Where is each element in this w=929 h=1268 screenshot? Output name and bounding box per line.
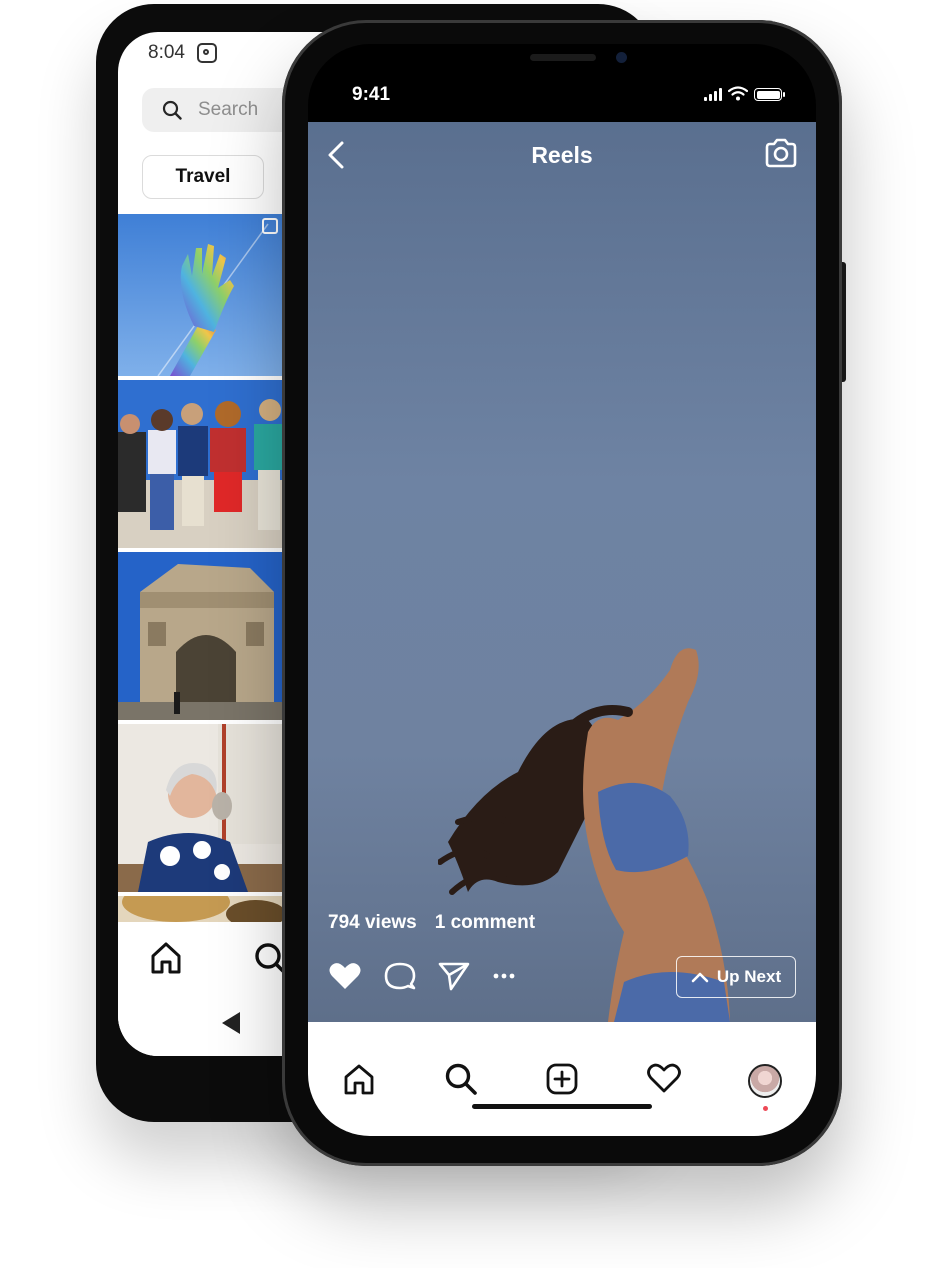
iphone-frame: 9:41 Reels 794 views 1 comment Up Next [282, 20, 842, 1166]
back-status-time: 8:04 [148, 42, 185, 63]
search-icon [162, 100, 182, 120]
reel-video[interactable]: Reels 794 views 1 comment Up Next [308, 122, 816, 1022]
wifi-icon [728, 86, 748, 101]
status-icons [704, 86, 785, 101]
page-title: Reels [531, 142, 593, 168]
comment-icon[interactable] [384, 960, 416, 992]
photo-friends [118, 380, 284, 548]
heart-filled-icon[interactable] [328, 961, 362, 991]
instagram-icon [196, 43, 217, 63]
home-indicator[interactable] [472, 1104, 652, 1109]
bottom-tab-bar [308, 1022, 816, 1136]
reel-stats: 794 views 1 comment [328, 912, 535, 934]
battery-icon [754, 88, 785, 101]
comments-count[interactable]: 1 comment [435, 912, 535, 934]
front-camera [616, 52, 627, 63]
notification-dot [763, 1106, 768, 1111]
explore-tile[interactable] [118, 214, 284, 376]
back-status-bar: 8:04 [148, 42, 217, 64]
up-next-button[interactable]: Up Next [676, 956, 796, 998]
photo-woman-eating [118, 724, 284, 892]
home-icon[interactable] [342, 1062, 376, 1096]
category-chip-travel[interactable]: Travel [142, 155, 264, 199]
explore-tile[interactable] [118, 552, 284, 720]
heart-icon[interactable] [646, 1062, 682, 1094]
speaker-grille [530, 54, 596, 61]
reels-screen: 9:41 Reels 794 views 1 comment Up Next [308, 44, 816, 1136]
chevron-up-icon [691, 972, 709, 983]
avatar[interactable] [748, 1064, 782, 1098]
multi-post-icon [262, 218, 278, 234]
status-time: 9:41 [352, 84, 391, 105]
android-back-button[interactable] [222, 1012, 240, 1034]
search-icon[interactable] [444, 1062, 478, 1096]
photo-arch [118, 552, 284, 720]
explore-grid [118, 214, 284, 930]
up-next-label: Up Next [716, 967, 782, 986]
camera-icon[interactable] [764, 138, 798, 168]
more-options-icon[interactable] [492, 972, 516, 980]
views-count: 794 views [328, 912, 417, 933]
explore-tile[interactable] [118, 724, 284, 892]
search-placeholder: Search [198, 99, 259, 120]
explore-tile[interactable] [118, 380, 284, 548]
photo-hand-sky [118, 214, 284, 376]
reel-actions [328, 960, 516, 992]
home-icon[interactable] [148, 940, 184, 976]
new-post-icon[interactable] [545, 1062, 579, 1096]
share-icon[interactable] [438, 961, 470, 991]
signal-icon [704, 88, 722, 101]
